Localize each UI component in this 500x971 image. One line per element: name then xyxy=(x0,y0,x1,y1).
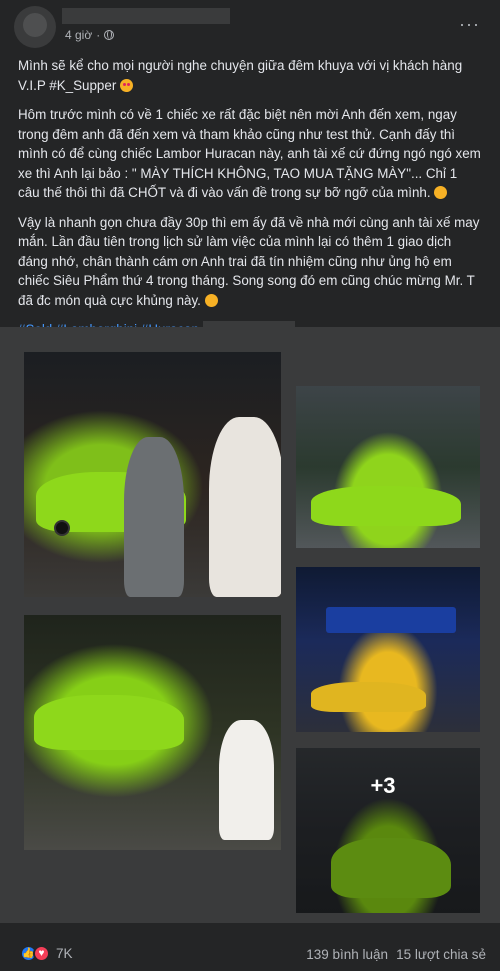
post-time[interactable]: 4 giờ xyxy=(65,28,92,42)
more-options-button[interactable]: ··· xyxy=(459,14,480,35)
post-meta: 4 giờ · xyxy=(65,28,115,42)
kiss-emoji-icon xyxy=(204,293,218,307)
person xyxy=(124,437,184,597)
green-car xyxy=(311,486,461,526)
photo-2[interactable] xyxy=(296,386,480,548)
photo-3[interactable] xyxy=(24,615,281,850)
reactions-summary[interactable]: 👍 ♥ 7K xyxy=(20,945,73,962)
green-car xyxy=(34,695,184,750)
photo-5-more[interactable]: +3 xyxy=(296,748,480,913)
love-icon: ♥ xyxy=(33,945,50,962)
star-struck-emoji-icon xyxy=(120,78,134,92)
shares-count[interactable]: 15 lượt chia sẻ xyxy=(396,947,486,962)
photo-1[interactable] xyxy=(24,352,281,597)
more-photos-overlay[interactable]: +3 xyxy=(296,748,480,913)
wheel xyxy=(54,520,70,536)
globe-icon xyxy=(104,30,115,40)
more-photos-count: +3 xyxy=(370,772,396,798)
author-name-redacted[interactable] xyxy=(62,8,230,24)
post-paragraph: Hôm trước mình có về 1 chiếc xe rất đặc … xyxy=(18,107,481,200)
author-avatar[interactable] xyxy=(14,6,56,48)
post-paragraph: Vậy là nhanh gọn chưa đầy 30p thì em ấy … xyxy=(18,214,480,308)
post-stats: 139 bình luận 15 lượt chia sẻ xyxy=(306,947,486,962)
person xyxy=(219,720,274,840)
showroom-sign xyxy=(326,607,456,633)
photo-4[interactable] xyxy=(296,567,480,732)
yellow-car xyxy=(311,682,426,712)
post-text: Mình sẽ kể cho mọi người nghe chuyện giữ… xyxy=(18,56,482,350)
comments-count[interactable]: 139 bình luận xyxy=(306,947,388,962)
person xyxy=(209,417,281,597)
reaction-count: 7K xyxy=(56,946,73,961)
post-footer: 👍 ♥ 7K 139 bình luận 15 lượt chia sẻ xyxy=(0,939,500,971)
post-paragraph: Mình sẽ kể cho mọi người nghe chuyện giữ… xyxy=(18,58,463,93)
photo-gallery: +3 xyxy=(0,327,500,923)
laughing-emoji-icon xyxy=(434,186,448,199)
post-card: 4 giờ · ··· Mình sẽ kể cho mọi người ngh… xyxy=(0,0,500,971)
